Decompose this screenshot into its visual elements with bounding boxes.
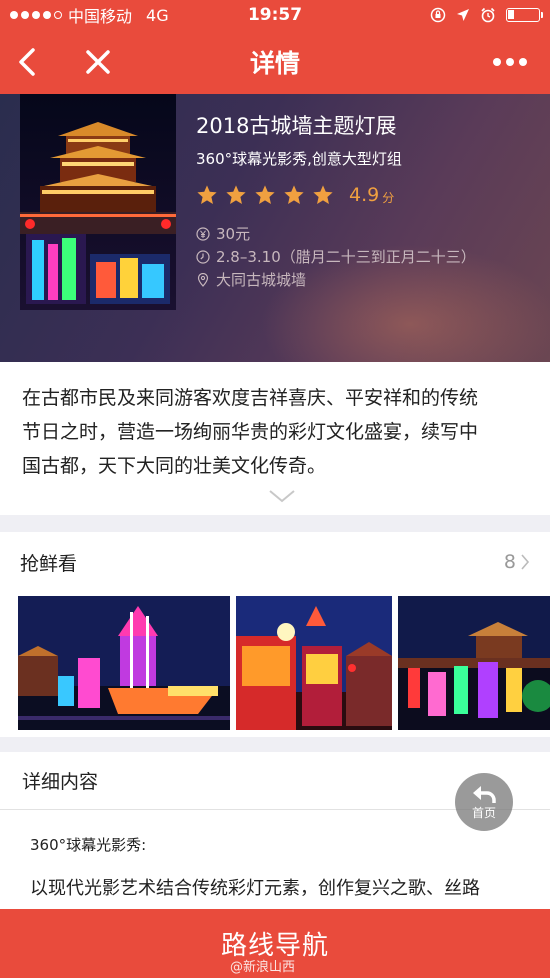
photo-thumbnail[interactable] (236, 596, 392, 730)
chevron-down-icon[interactable] (267, 488, 297, 504)
star-icon (284, 184, 304, 204)
clock-icon (196, 249, 210, 264)
nav-bar: 详情 (0, 30, 550, 94)
price-row: 30元 (196, 222, 540, 245)
chevron-right-icon (521, 554, 530, 570)
home-button[interactable]: 首页 (455, 773, 513, 831)
close-icon (86, 50, 110, 74)
return-arrow-icon (473, 785, 496, 803)
rating-unit: 分 (382, 191, 395, 205)
star-icon (226, 184, 246, 204)
event-poster[interactable] (20, 94, 176, 310)
description-line: 国古都，天下大同的壮美文化传奇。 (22, 455, 327, 477)
description-card: 在古都市民及来同游客欢度吉祥喜庆、平安祥和的传统 节日之时，营造一场绚丽华贵的彩… (0, 362, 550, 515)
star-icon (255, 184, 275, 204)
photo-section: 抢鲜看 8 (0, 532, 550, 737)
date-row: 2.8–3.10（腊月二十三到正月二十三） (196, 245, 540, 268)
description-line: 在古都市民及来同游客欢度吉祥喜庆、平安祥和的传统 (22, 387, 479, 409)
close-button[interactable] (75, 30, 121, 94)
star-icon (197, 184, 217, 204)
more-icon (493, 58, 501, 66)
event-hero: 2018古城墙主题灯展 360°球幕光影秀,创意大型灯组 4.9 分 30元 2… (0, 94, 550, 362)
detail-body-text: 以现代光影艺术结合传统彩灯元素，创作复兴之歌、丝路 (30, 878, 480, 899)
star-rating (196, 184, 341, 206)
watermark: @新浪山西 (230, 960, 296, 975)
status-bar: 中国移动 4G 19:57 (0, 0, 550, 30)
photo-count: 8 (503, 551, 516, 573)
battery-icon (506, 8, 543, 22)
top-bar: 中国移动 4G 19:57 详情 (0, 0, 550, 94)
event-subtitle: 360°球幕光影秀,创意大型灯组 (196, 150, 402, 168)
photo-thumbnail[interactable] (18, 596, 230, 730)
rating: 4.9 分 (196, 183, 540, 206)
more-button[interactable] (480, 30, 540, 94)
map-pin-icon (197, 272, 209, 287)
star-icon (313, 184, 333, 204)
event-title: 2018古城墙主题灯展 (196, 114, 397, 138)
rating-score: 4.9 (349, 183, 380, 206)
description-line: 节日之时，营造一场绚丽华贵的彩灯文化盛宴，续写中 (22, 421, 479, 443)
date: 2.8–3.10（腊月二十三到正月二十三） (216, 248, 476, 266)
description-text: 在古都市民及来同游客欢度吉祥喜庆、平安祥和的传统 节日之时，营造一场绚丽华贵的彩… (0, 362, 550, 483)
location-row[interactable]: 大同古城城墙 (196, 268, 540, 291)
photo-count-link[interactable]: 8 (504, 551, 530, 573)
location: 大同古城城墙 (216, 271, 307, 289)
yuan-icon (196, 226, 210, 241)
back-button[interactable] (4, 30, 50, 94)
price: 30元 (216, 225, 251, 243)
status-time: 19:57 (247, 5, 303, 25)
home-button-label: 首页 (471, 805, 496, 820)
back-icon (19, 48, 35, 76)
photo-section-title: 抢鲜看 (20, 552, 78, 575)
photo-thumbnail[interactable] (398, 596, 550, 730)
